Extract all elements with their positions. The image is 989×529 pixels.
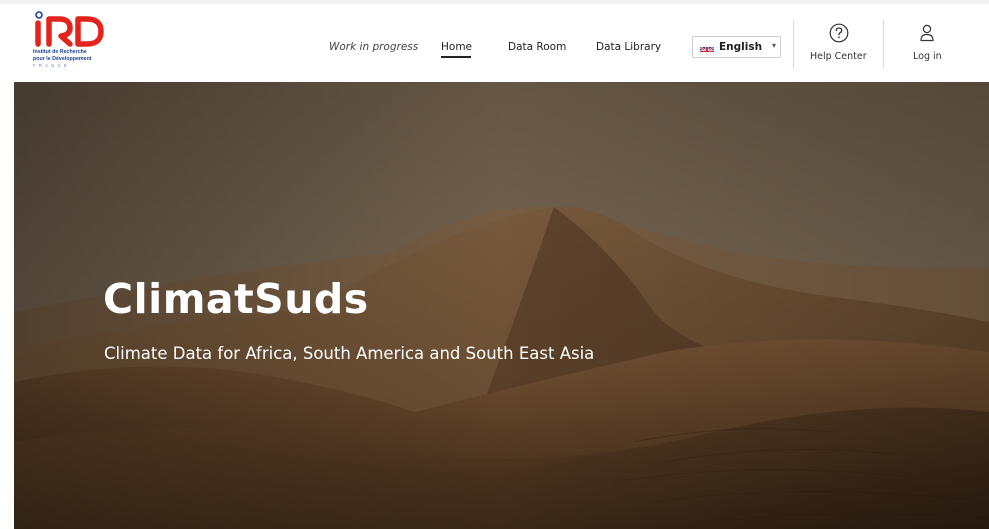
language-select[interactable]: English ▾ <box>692 36 781 58</box>
hero-subtitle: Climate Data for Africa, South America a… <box>104 344 595 363</box>
language-label: English <box>719 41 763 53</box>
logo-line-2: pour le Développement <box>33 56 92 62</box>
nav-home-link[interactable]: Home <box>441 41 472 53</box>
nav-active-underline <box>441 56 471 58</box>
user-icon[interactable] <box>920 24 934 42</box>
help-center-link[interactable]: Help Center <box>810 51 867 62</box>
question-circle-icon[interactable] <box>829 23 849 43</box>
logo-line-1: Institut de Recherche <box>33 49 87 55</box>
header-divider <box>883 20 884 69</box>
header-divider <box>793 20 794 69</box>
ird-logo[interactable]: Institut de Recherche pour le Développem… <box>33 10 117 70</box>
nav-data-library-link[interactable]: Data Library <box>596 41 661 53</box>
log-in-link[interactable]: Log in <box>913 51 942 62</box>
ird-logo-mark <box>35 11 104 47</box>
hero-banner: ClimatSuds Climate Data for Africa, Sout… <box>14 82 989 529</box>
nav-data-room-link[interactable]: Data Room <box>508 41 566 53</box>
hero-title: ClimatSuds <box>103 275 369 323</box>
caret-down-icon: ▾ <box>772 41 777 50</box>
logo-line-3: FRANCE <box>33 63 71 68</box>
uk-flag-icon <box>700 42 714 52</box>
site-header: Institut de Recherche pour le Développem… <box>0 4 989 82</box>
work-in-progress-label: Work in progress <box>329 41 419 53</box>
